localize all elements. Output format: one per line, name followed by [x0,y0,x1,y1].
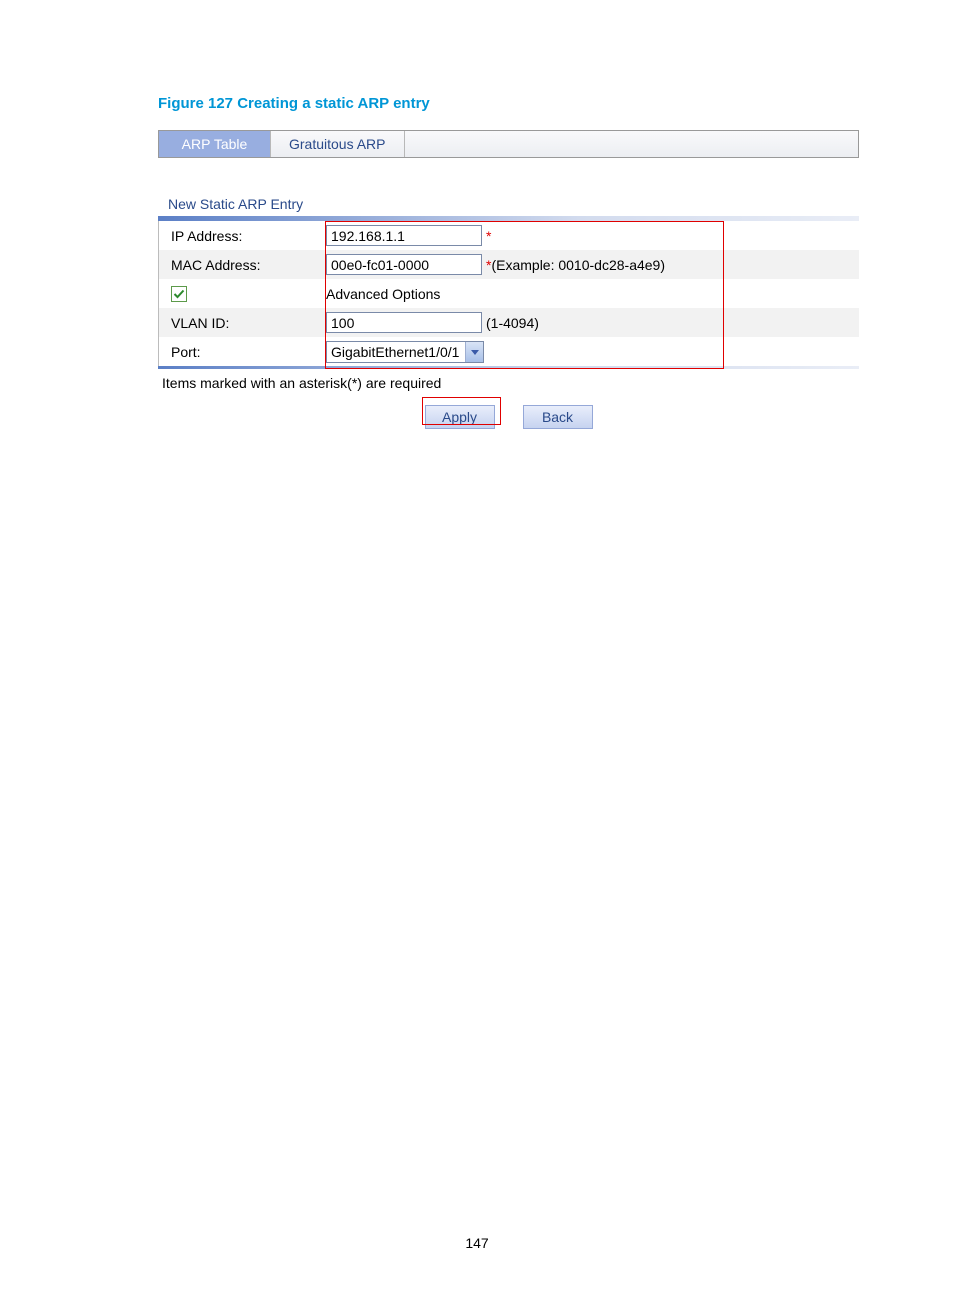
mac-address-label: MAC Address: [159,257,326,273]
row-mac-address: MAC Address: **(Example: 0010-dc28-a4e9)… [158,250,859,279]
chevron-down-icon [470,347,480,357]
advanced-options-checkbox[interactable] [171,286,187,302]
port-label: Port: [159,344,326,360]
back-button[interactable]: Back [523,405,593,429]
checkmark-icon [173,288,185,300]
ip-address-input[interactable] [326,225,482,246]
button-row: Apply Back [158,405,859,429]
tab-arp-table[interactable]: ARP Table [159,131,271,157]
row-ip-address: IP Address: * [158,221,859,250]
mac-address-input[interactable] [326,254,482,275]
row-vlan-id: VLAN ID: (1-4094) [158,308,859,337]
vlan-id-input[interactable] [326,312,482,333]
port-select-arrow[interactable] [465,342,483,362]
form-area: IP Address: * MAC Address: **(Example: 0… [158,221,859,429]
vlan-range-text: (1-4094) [484,315,539,331]
mac-example-text: **(Example: 0010-dc28-a4e9)(Example: 001… [484,257,665,273]
apply-button[interactable]: Apply [425,405,495,429]
port-select[interactable]: GigabitEthernet1/0/1 [326,341,484,363]
required-note: Items marked with an asterisk(*) are req… [162,375,859,391]
ip-address-label: IP Address: [159,228,326,244]
figure-title: Figure 127 Creating a static ARP entry [158,95,859,112]
page-number: 147 [0,1235,954,1251]
row-port: Port: GigabitEthernet1/0/1 [158,337,859,366]
port-select-value: GigabitEthernet1/0/1 [327,344,465,360]
tab-gratuitous-arp[interactable]: Gratuitous ARP [271,131,405,157]
vlan-id-label: VLAN ID: [159,315,326,331]
row-advanced-options: Advanced Options [158,279,859,308]
divider [158,366,859,369]
tab-bar: ARP Table Gratuitous ARP [158,130,859,158]
advanced-options-label: Advanced Options [326,286,440,302]
section-title: New Static ARP Entry [168,196,859,212]
ip-required-mark: * [484,228,491,244]
